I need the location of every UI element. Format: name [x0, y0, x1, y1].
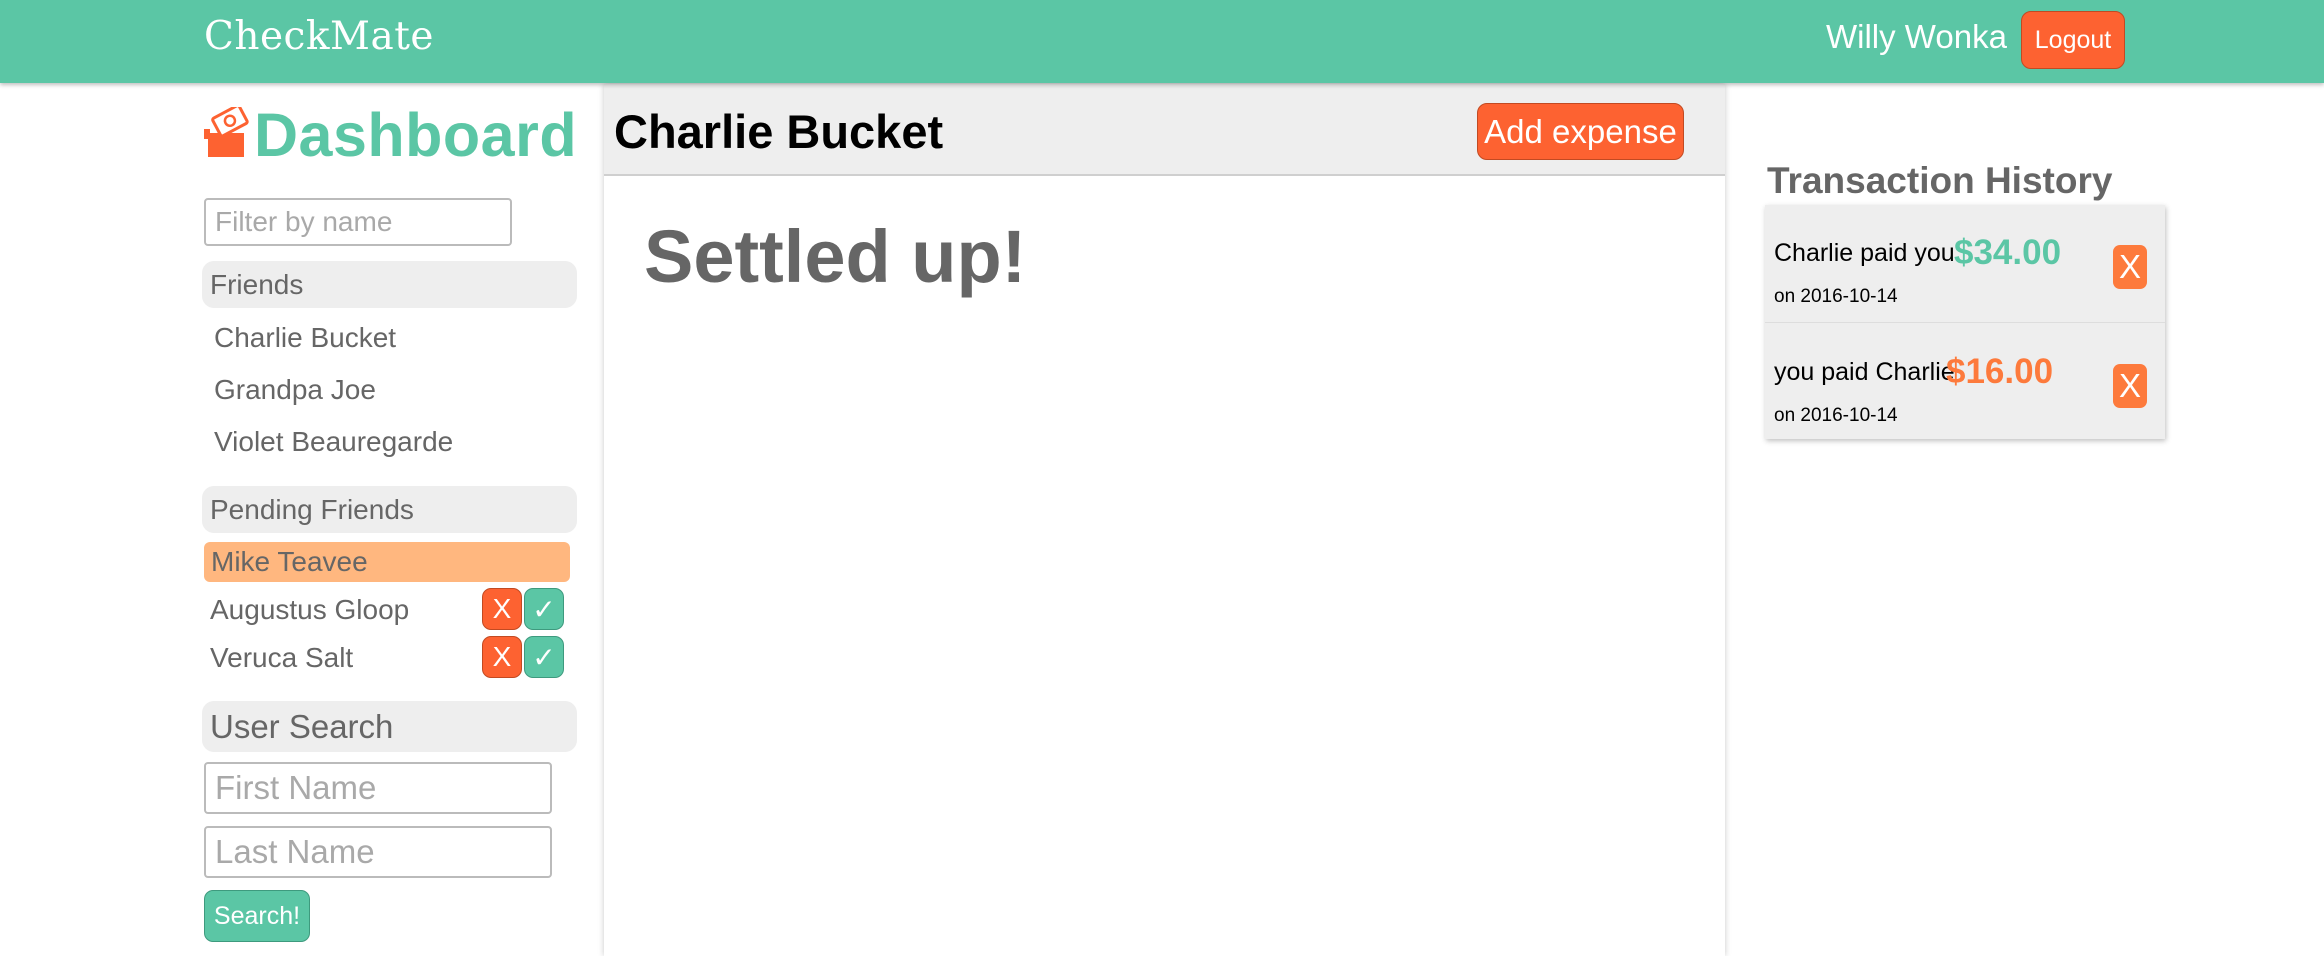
friend-detail-panel: Charlie Bucket Add expense Settled up!	[604, 84, 1725, 956]
transaction-date: on 2016-10-14	[1774, 286, 1898, 307]
filter-by-name-input[interactable]	[204, 198, 512, 246]
logout-button[interactable]: Logout	[2021, 11, 2125, 69]
transaction-history-title: Transaction History	[1767, 160, 2113, 201]
pending-request-augustus-gloop: Augustus Gloop	[210, 594, 410, 625]
friend-item-grandpa-joe[interactable]: Grandpa Joe	[214, 374, 376, 406]
search-button[interactable]: Search!	[204, 890, 310, 942]
delete-transaction-button[interactable]: X	[2113, 364, 2147, 408]
user-search-header: User Search	[202, 701, 577, 752]
username-label: Willy Wonka	[1826, 18, 2007, 55]
friend-item-charlie-bucket[interactable]: Charlie Bucket	[214, 322, 396, 354]
reject-augustus-button[interactable]: X	[482, 588, 522, 630]
transaction-item: Charlie paid you $34.00 on 2016-10-14 X	[1765, 205, 2165, 322]
last-name-input[interactable]	[204, 826, 552, 878]
transaction-amount: $34.00	[1954, 233, 2062, 272]
transaction-description: you paid Charlie	[1774, 358, 1955, 386]
dashboard-title: Dashboard	[254, 101, 578, 169]
friends-header: Friends	[202, 261, 577, 308]
pending-item-mike-teavee[interactable]: Mike Teavee	[204, 542, 570, 582]
pending-friends-header: Pending Friends	[202, 486, 577, 533]
add-expense-button[interactable]: Add expense	[1477, 103, 1684, 160]
money-box-icon	[204, 107, 249, 157]
settled-status-text: Settled up!	[644, 215, 1027, 298]
friend-detail-header: Charlie Bucket Add expense	[604, 84, 1725, 176]
delete-transaction-button[interactable]: X	[2113, 245, 2147, 289]
transaction-item: you paid Charlie $16.00 on 2016-10-14 X	[1765, 322, 2165, 439]
accept-veruca-button[interactable]: ✓	[524, 636, 564, 678]
pending-request-veruca-salt: Veruca Salt	[210, 642, 354, 673]
top-navbar: CheckMate Willy Wonka Logout	[0, 0, 2324, 83]
transaction-amount: $16.00	[1946, 352, 2054, 391]
friend-name-title: Charlie Bucket	[614, 105, 944, 158]
friend-item-violet-beauregarde[interactable]: Violet Beauregarde	[214, 426, 453, 458]
transaction-history-list: Charlie paid you $34.00 on 2016-10-14 X …	[1765, 205, 2165, 439]
reject-veruca-button[interactable]: X	[482, 636, 522, 678]
transaction-date: on 2016-10-14	[1774, 405, 1898, 426]
accept-augustus-button[interactable]: ✓	[524, 588, 564, 630]
brand-logo[interactable]: CheckMate	[204, 14, 434, 59]
transaction-description: Charlie paid you	[1774, 239, 1955, 267]
first-name-input[interactable]	[204, 762, 552, 814]
